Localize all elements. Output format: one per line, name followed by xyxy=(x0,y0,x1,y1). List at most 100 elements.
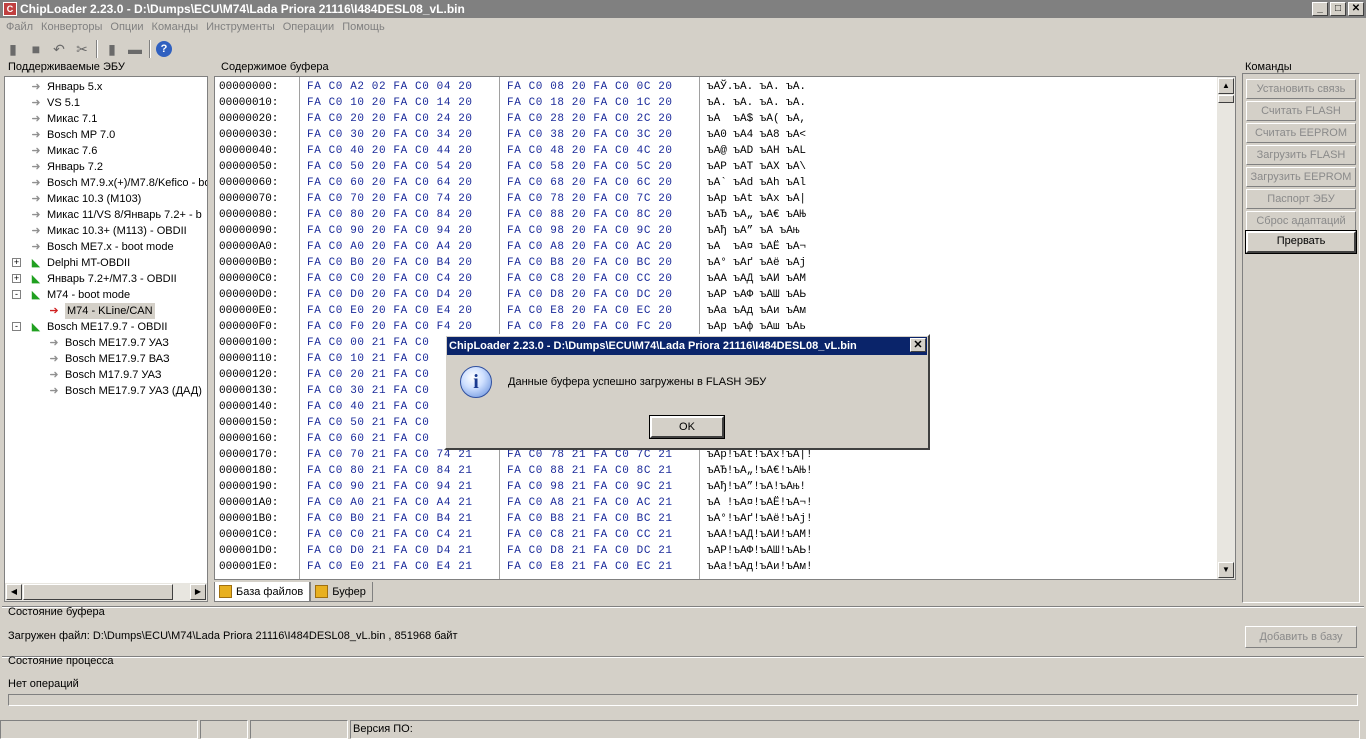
hex-bytes-2: FA C0 98 20 FA C0 9C 20 xyxy=(507,225,673,237)
expand-icon[interactable]: + xyxy=(12,274,21,283)
tree-item[interactable]: ◣ Delphi MT-OBDII xyxy=(29,255,130,271)
hex-ascii: ъА !ъА¤!ъАЁ!ъА¬! xyxy=(707,497,813,509)
hex-bytes-1: FA C0 60 20 FA C0 64 20 xyxy=(307,177,473,189)
tree-horizontal-scrollbar[interactable]: ◀ ▶ xyxy=(5,583,207,601)
hex-address: 000000D0: xyxy=(219,289,279,301)
collapse-icon[interactable]: - xyxy=(12,322,21,331)
menu-help[interactable]: Помощь xyxy=(338,21,389,33)
arrow-gray-icon: ➜ xyxy=(31,177,41,189)
hex-address: 000000A0: xyxy=(219,241,279,253)
hex-bytes-1: FA C0 50 21 FA C0 xyxy=(307,417,430,429)
write-flash-button[interactable]: Загрузить FLASH xyxy=(1246,145,1356,165)
add-to-database-button[interactable]: Добавить в базу xyxy=(1245,626,1357,648)
hex-bytes-2: FA C0 28 20 FA C0 2C 20 xyxy=(507,113,673,125)
document-icon[interactable]: ▮ xyxy=(103,40,121,58)
connect-button[interactable]: Установить связь xyxy=(1246,79,1356,99)
scroll-down-icon[interactable]: ▼ xyxy=(1218,562,1234,578)
tree-item[interactable]: ◣ Январь 7.2+/M7.3 - OBDII xyxy=(29,271,177,287)
collapse-icon[interactable]: - xyxy=(12,290,21,299)
tree-item[interactable]: ➜ Bosch MP 7.0 xyxy=(29,127,115,143)
hex-address: 00000140: xyxy=(219,401,279,413)
hex-ascii: ъАP ъАT ъАX ъА\ xyxy=(707,161,807,173)
help-icon[interactable]: ? xyxy=(156,41,172,57)
tree-item[interactable]: ◣ Bosch ME17.9.7 - OBDII xyxy=(29,319,168,335)
maximize-button[interactable]: □ xyxy=(1330,2,1346,16)
hex-bytes-2: FA C0 A8 20 FA C0 AC 20 xyxy=(507,241,673,253)
new-file-icon[interactable]: ▮ xyxy=(4,40,22,58)
undo-icon[interactable]: ↶ xyxy=(50,40,68,58)
tree-item[interactable]: ➜ Микас 10.3 (M103) xyxy=(29,191,141,207)
scroll-left-icon[interactable]: ◀ xyxy=(6,584,22,600)
tree-item-label: Bosch ME17.9.7 УАЗ (ДАД) xyxy=(65,385,202,397)
arrow-gray-icon: ➜ xyxy=(31,97,41,109)
menu-options[interactable]: Опции xyxy=(106,21,147,33)
dialog-close-icon[interactable]: ✕ xyxy=(910,338,926,352)
scroll-right-icon[interactable]: ▶ xyxy=(190,584,206,600)
tree-item[interactable]: ➜ Микас 7.1 xyxy=(29,111,97,127)
commands-panel-label: Команды xyxy=(1245,61,1292,73)
menu-operations[interactable]: Операции xyxy=(279,21,338,33)
hex-address: 00000080: xyxy=(219,209,279,221)
divider xyxy=(2,606,1364,608)
hex-bytes-2: FA C0 C8 20 FA C0 CC 20 xyxy=(507,273,673,285)
read-eeprom-button[interactable]: Считать EEPROM xyxy=(1246,123,1356,143)
tab-file-database[interactable]: База файлов xyxy=(214,582,311,602)
read-flash-button[interactable]: Считать FLASH xyxy=(1246,101,1356,121)
hex-ascii: ъАР!ъАФ!ъАШ!ъАЬ! xyxy=(707,545,813,557)
tree-item[interactable]: ➜ Микас 11/VS 8/Январь 7.2+ - b xyxy=(29,207,202,223)
hex-bytes-1: FA C0 F0 20 FA C0 F4 20 xyxy=(307,321,473,333)
close-button[interactable]: ✕ xyxy=(1348,2,1364,16)
hex-ascii: ъА ъА$ ъА( ъА, xyxy=(707,113,807,125)
tree-item[interactable]: ➜ Bosch M7.9.x(+)/M7.8/Kefico - bo xyxy=(29,175,207,191)
dialog-message: Данные буфера успешно загружены в FLASH … xyxy=(508,376,767,388)
hex-bytes-1: FA C0 00 21 FA C0 xyxy=(307,337,430,349)
hex-address: 00000100: xyxy=(219,337,279,349)
menu-converters[interactable]: Конверторы xyxy=(37,21,106,33)
arrow-gray-icon: ➜ xyxy=(49,353,59,365)
menu-file[interactable]: Файл xyxy=(2,21,37,33)
tree-item[interactable]: ➔ M74 - KLine/CAN xyxy=(47,303,155,319)
hex-bytes-2: FA C0 D8 21 FA C0 DC 21 xyxy=(507,545,673,557)
menu-commands[interactable]: Команды xyxy=(148,21,203,33)
menu-tools[interactable]: Инструменты xyxy=(202,21,279,33)
tree-item-label: Bosch ME17.9.7 ВАЗ xyxy=(65,353,170,365)
scroll-thumb[interactable] xyxy=(23,584,173,600)
tree-item[interactable]: ➜ Bosch ME7.x - boot mode xyxy=(29,239,173,255)
reset-adaptations-button[interactable]: Сброс адаптаций xyxy=(1246,211,1356,231)
tree-item[interactable]: ➜ Микас 10.3+ (M113) - OBDII xyxy=(29,223,186,239)
hex-bytes-1: FA C0 A2 02 FA C0 04 20 xyxy=(307,81,473,93)
tree-item[interactable]: ➜ VS 5.1 xyxy=(29,95,80,111)
scroll-thumb[interactable] xyxy=(1218,95,1234,103)
save-icon[interactable]: ■ xyxy=(27,40,45,58)
write-eeprom-button[interactable]: Загрузить EEPROM xyxy=(1246,167,1356,187)
version-label: Версия ПО: xyxy=(353,723,413,735)
arrow-gray-icon: ➜ xyxy=(31,209,41,221)
ecu-panel-label: Поддерживаемые ЭБУ xyxy=(8,61,125,73)
toolbar-separator xyxy=(149,40,151,58)
minimize-button[interactable]: _ xyxy=(1312,2,1328,16)
tree-item-label: Микас 11/VS 8/Январь 7.2+ - b xyxy=(47,209,202,221)
tree-item[interactable]: ➜ Микас 7.6 xyxy=(29,143,97,159)
hex-bytes-2: FA C0 F8 20 FA C0 FC 20 xyxy=(507,321,673,333)
tree-item[interactable]: ➜ Bosch ME17.9.7 УАЗ (ДАД) xyxy=(47,383,202,399)
hex-address: 00000090: xyxy=(219,225,279,237)
hex-bytes-1: FA C0 40 21 FA C0 xyxy=(307,401,430,413)
scroll-up-icon[interactable]: ▲ xyxy=(1218,78,1234,94)
ecu-passport-button[interactable]: Паспорт ЭБУ xyxy=(1246,189,1356,209)
hex-vertical-scrollbar[interactable]: ▲ ▼ xyxy=(1217,77,1235,579)
abort-button[interactable]: Прервать xyxy=(1245,230,1357,254)
hex-bytes-1: FA C0 30 20 FA C0 34 20 xyxy=(307,129,473,141)
tree-item[interactable]: ➜ Январь 7.2 xyxy=(29,159,103,175)
tools-icon[interactable]: ✂ xyxy=(73,40,91,58)
tab-buffer[interactable]: Буфер xyxy=(310,582,373,602)
tree-item[interactable]: ◣ M74 - boot mode xyxy=(29,287,130,303)
chip-icon[interactable]: ▬ xyxy=(126,40,144,58)
hex-address: 000000B0: xyxy=(219,257,279,269)
expand-icon[interactable]: + xyxy=(12,258,21,267)
tree-item[interactable]: ➜ Bosch ME17.9.7 УАЗ xyxy=(47,335,169,351)
hex-bytes-1: FA C0 80 21 FA C0 84 21 xyxy=(307,465,473,477)
ok-button[interactable]: OK xyxy=(649,415,725,439)
tree-item[interactable]: ➜ Январь 5.х xyxy=(29,79,102,95)
tree-item[interactable]: ➜ Bosch M17.9.7 УАЗ xyxy=(47,367,161,383)
tree-item[interactable]: ➜ Bosch ME17.9.7 ВАЗ xyxy=(47,351,170,367)
